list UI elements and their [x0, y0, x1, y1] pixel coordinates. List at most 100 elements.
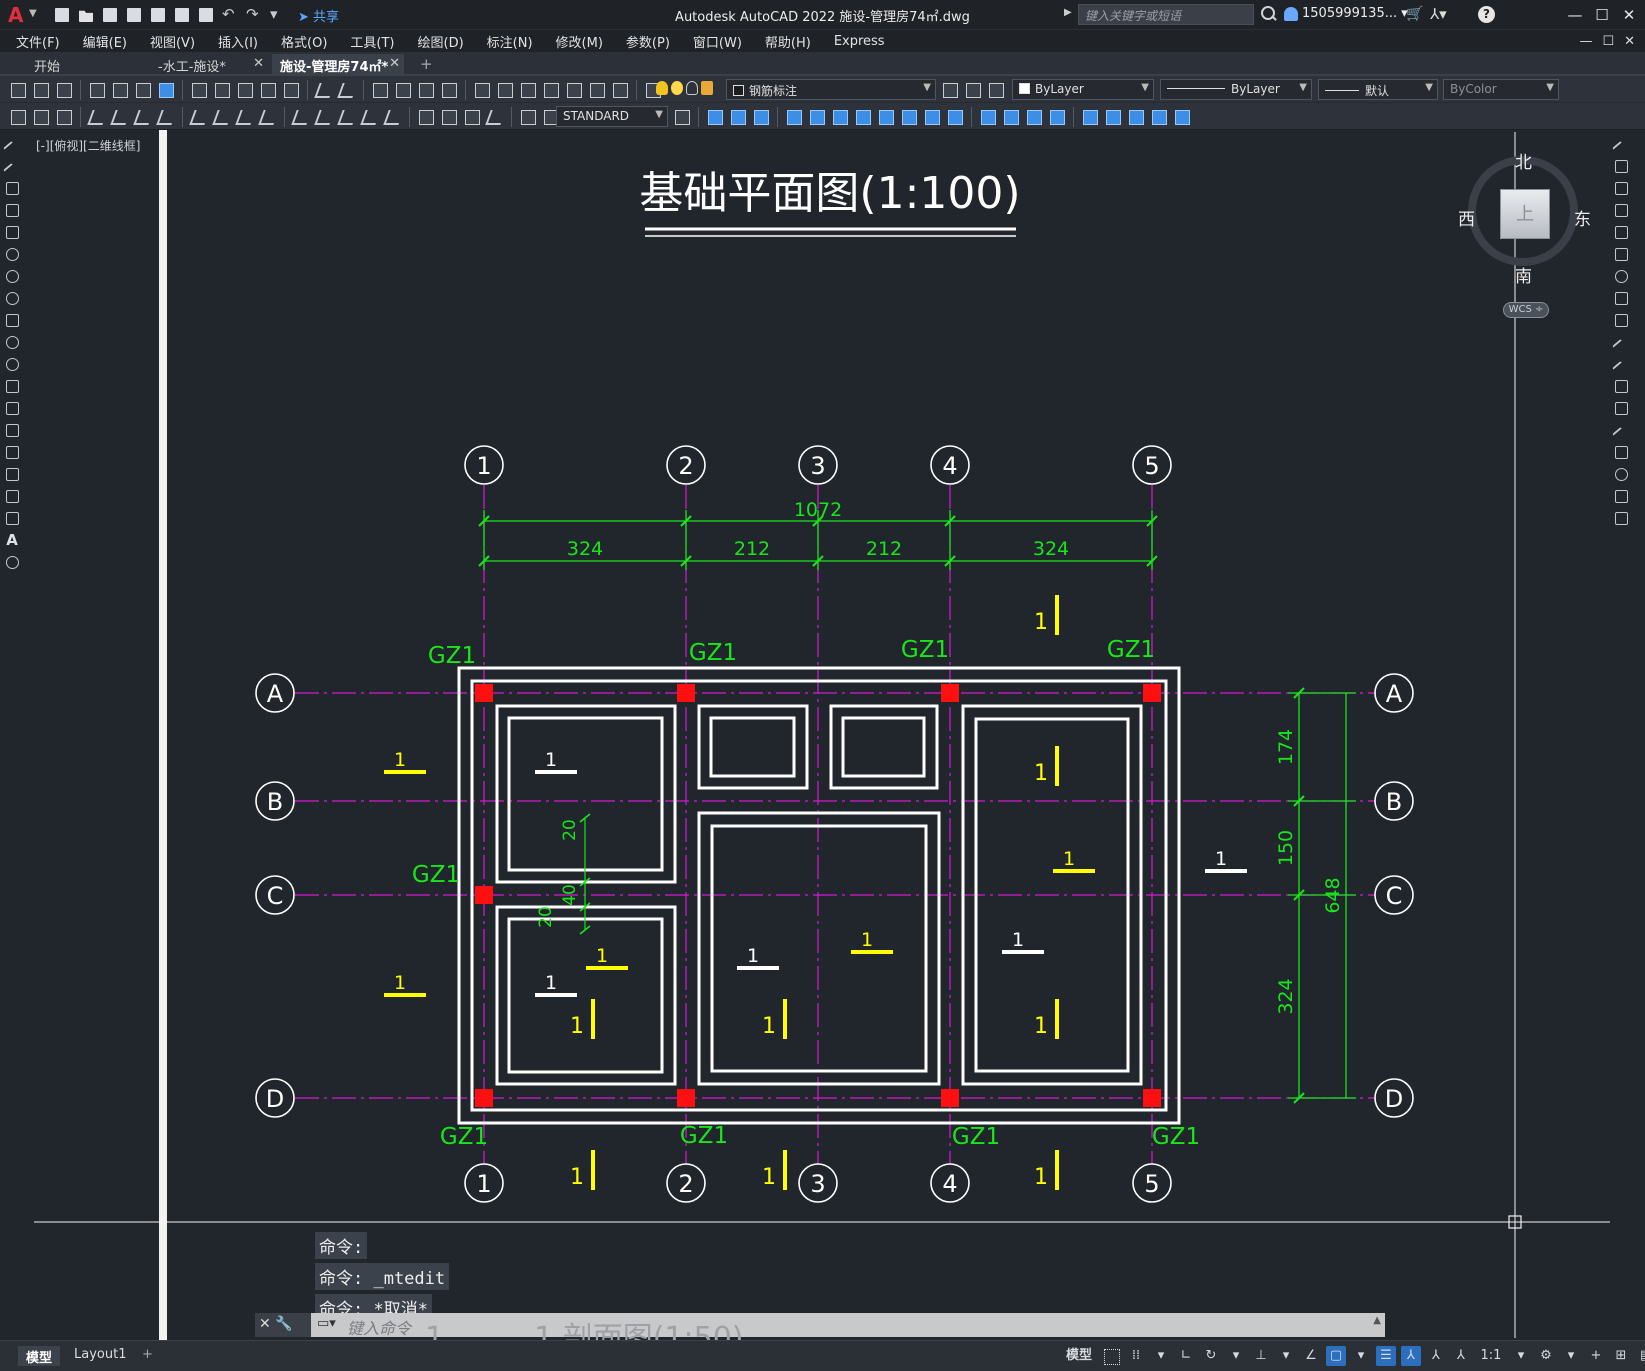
dim-break-icon[interactable] [383, 107, 403, 127]
layer-on-bulb-icon[interactable] [656, 81, 668, 95]
region-icon[interactable] [3, 487, 21, 504]
point-icon[interactable] [3, 421, 21, 438]
ellipse-arc-icon[interactable] [3, 355, 21, 372]
units-icon[interactable]: ⊞ [1611, 1346, 1631, 1366]
open-icon[interactable] [31, 80, 51, 100]
publish-icon[interactable] [148, 6, 168, 24]
share-button[interactable]: ➤ 共享 [298, 6, 339, 25]
offset-faces-icon[interactable] [830, 107, 850, 127]
annotation-visibility-icon[interactable]: ⅄ [1401, 1346, 1421, 1366]
polar-dropdown-icon[interactable]: ▾ [1226, 1346, 1246, 1366]
view-cube-face-top[interactable]: 上 [1500, 189, 1550, 239]
drawing-canvas[interactable]: 基础平面图(1:100) 1122334455A AB BC CD D 1072… [0, 130, 1645, 1340]
color-faces-icon[interactable] [945, 107, 965, 127]
make-block-icon[interactable] [3, 399, 21, 416]
offset-icon[interactable] [1612, 201, 1630, 218]
interfere-icon[interactable] [1172, 107, 1192, 127]
isodraft-dropdown-icon[interactable]: ▾ [1276, 1346, 1296, 1366]
properties-icon[interactable] [472, 80, 492, 100]
wcs-menu-button[interactable]: WCS ÷ [1503, 302, 1549, 318]
object-snap-icon[interactable]: ▢ [1326, 1346, 1346, 1366]
calculator-icon[interactable] [587, 80, 607, 100]
menu-draw[interactable]: 绘图(D) [418, 32, 464, 51]
imprint-icon[interactable] [978, 107, 998, 127]
section-plane-icon[interactable] [1126, 107, 1146, 127]
copy-faces-icon[interactable] [922, 107, 942, 127]
plot-icon[interactable] [87, 80, 107, 100]
table-tool-icon[interactable] [3, 509, 21, 526]
block-editor-icon[interactable] [281, 80, 301, 100]
menu-express[interactable]: Express [834, 34, 885, 49]
arc-icon[interactable] [3, 245, 21, 262]
union-icon[interactable] [705, 107, 725, 127]
new-tab-icon[interactable]: + [420, 55, 433, 73]
cut-icon[interactable] [189, 80, 209, 100]
menu-format[interactable]: 格式(O) [281, 32, 327, 51]
annotation-monitor-icon[interactable]: + [1586, 1346, 1606, 1366]
help-button[interactable]: ? [1478, 6, 1495, 23]
view-cube[interactable]: 上 北 南 东 西 [1458, 140, 1591, 320]
new-file-icon[interactable] [52, 6, 72, 24]
break-icon[interactable] [1612, 399, 1630, 416]
print-icon[interactable] [196, 6, 216, 24]
expand-arrow-icon[interactable]: ▶ [1064, 7, 1072, 18]
menu-help[interactable]: 帮助(H) [765, 32, 811, 51]
viewport-controls-label[interactable]: [-][俯视][二维线框] [36, 137, 140, 154]
arc-length-icon[interactable] [133, 107, 153, 127]
undo-icon[interactable] [314, 80, 334, 100]
publish-icon[interactable] [133, 80, 153, 100]
scale-icon[interactable] [1612, 289, 1630, 306]
command-line[interactable]: ✕ 🔧 ▭▾ 键入命令 1 1 剖面图(1:50) ▲ [255, 1313, 1385, 1356]
dim-style-manager-icon[interactable] [672, 107, 692, 127]
snap-dropdown-icon[interactable]: ▾ [1151, 1346, 1171, 1366]
revision-cloud-icon[interactable] [3, 289, 21, 306]
diameter-dim-icon[interactable] [235, 107, 255, 127]
continue-dim-icon[interactable] [337, 107, 357, 127]
radius-dim-icon[interactable] [189, 107, 209, 127]
lineweight-dropdown[interactable]: 默认 ▼ [1318, 79, 1438, 100]
help-search-input[interactable]: 键入关键字或短语 [1078, 4, 1254, 25]
menu-view[interactable]: 视图(V) [150, 32, 195, 51]
annotation-scale-icon[interactable]: ⅄ [1451, 1346, 1471, 1366]
command-history-toggle-icon[interactable]: ▲ [1373, 1315, 1381, 1326]
thicken-icon[interactable] [1149, 107, 1169, 127]
text-style-dropdown[interactable]: STANDARD ▼ [556, 106, 668, 127]
model-space-button[interactable]: 模型 [1062, 1346, 1096, 1366]
doc-close-button[interactable]: ✕ [1624, 34, 1635, 49]
jogged-dim-icon[interactable] [212, 107, 232, 127]
chamfer-icon[interactable] [1612, 443, 1630, 460]
open-folder-icon[interactable] [76, 6, 96, 24]
spline-icon[interactable] [3, 311, 21, 328]
slice-icon[interactable] [1103, 107, 1123, 127]
menu-insert[interactable]: 插入(I) [218, 32, 258, 51]
ellipse-icon[interactable] [3, 333, 21, 350]
save-icon[interactable] [100, 6, 120, 24]
check-icon[interactable] [1080, 107, 1100, 127]
command-input[interactable]: 键入命令 [347, 1315, 411, 1339]
undo-icon[interactable]: ↶ [220, 5, 240, 24]
move-icon[interactable] [1612, 245, 1630, 262]
scale-dropdown-icon[interactable]: ▾ [1511, 1346, 1531, 1366]
doc-restore-button[interactable]: ☐ [1602, 34, 1614, 49]
jogged-linear-icon[interactable] [485, 107, 505, 127]
dim-space-icon[interactable] [360, 107, 380, 127]
auto-scale-icon[interactable]: ⅄ [1426, 1346, 1446, 1366]
polar-tracking-icon[interactable]: ↻ [1201, 1346, 1221, 1366]
layer-unlock-icon[interactable] [701, 81, 713, 95]
plot-preview-icon[interactable] [110, 80, 130, 100]
snap-mode-icon[interactable]: ⁞⁞ [1126, 1346, 1146, 1366]
rotate-faces-icon[interactable] [876, 107, 896, 127]
gradient-icon[interactable] [3, 465, 21, 482]
dim-update-icon[interactable] [54, 107, 74, 127]
markup-icon[interactable] [564, 80, 584, 100]
table-icon[interactable] [8, 107, 28, 127]
zoom-previous-icon[interactable] [439, 80, 459, 100]
line-tool-icon[interactable] [3, 135, 21, 152]
baseline-dim-icon[interactable] [314, 107, 334, 127]
object-snap-dropdown-icon[interactable]: ▾ [1351, 1346, 1371, 1366]
maximize-window-button[interactable]: ☐ [1590, 4, 1614, 26]
move-faces-icon[interactable] [807, 107, 827, 127]
menu-file[interactable]: 文件(F) [16, 32, 60, 51]
compass-north[interactable]: 北 [1515, 148, 1532, 173]
multiline-text-icon[interactable]: A [3, 531, 21, 549]
